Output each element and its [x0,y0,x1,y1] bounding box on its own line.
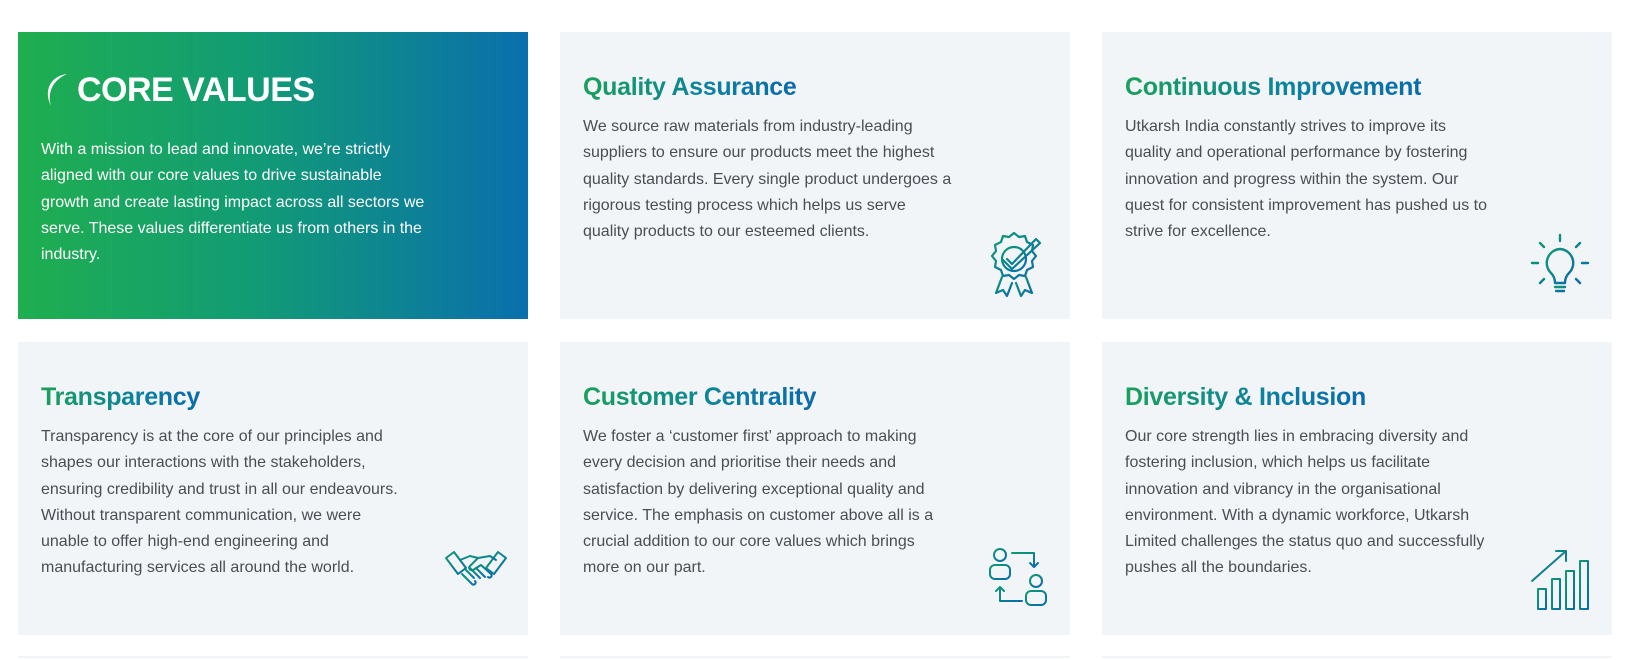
value-card-customer-centrality: Customer Centrality We foster a ‘custome… [560,342,1070,635]
card-description: Our core strength lies in embracing dive… [1125,428,1485,577]
card-title: Customer Centrality [583,383,817,411]
card-description: Utkarsh India constantly strives to impr… [1125,118,1487,241]
lightbulb-icon [1528,229,1592,297]
value-card-diversity-inclusion: Diversity & Inclusion Our core strength … [1102,342,1612,635]
value-card-continuous-improvement: Continuous Improvement Utkarsh India con… [1102,32,1612,319]
quality-badge-icon [986,229,1050,297]
card-description: We foster a ‘customer first’ approach to… [583,428,934,577]
card-title: Quality Assurance [583,73,797,101]
brand-swoosh-icon [41,70,73,110]
card-description: We source raw materials from industry-le… [583,118,952,241]
hero-title-row: CORE VALUES [41,70,505,110]
growth-chart-icon [1528,545,1592,613]
core-values-grid: CORE VALUES With a mission to lead and i… [18,32,1612,635]
card-title: Continuous Improvement [1125,73,1422,101]
handshake-icon [444,537,508,605]
value-card-quality-assurance: Quality Assurance We source raw material… [560,32,1070,319]
core-values-hero-card: CORE VALUES With a mission to lead and i… [18,32,528,319]
hero-title: CORE VALUES [77,71,315,109]
hero-description: With a mission to lead and innovate, we’… [41,141,425,264]
next-row-card-edges [18,656,1612,660]
card-title: Diversity & Inclusion [1125,383,1366,411]
customer-exchange-icon [986,545,1050,613]
card-description: Transparency is at the core of our princ… [41,428,398,577]
value-card-transparency: Transparency Transparency is at the core… [18,342,528,635]
card-title: Transparency [41,383,200,411]
